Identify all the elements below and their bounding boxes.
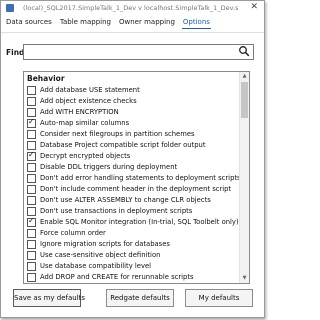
option-checkbox[interactable]: [27, 261, 36, 271]
option-row[interactable]: Don't use ALTER ASSEMBLY to change CLR o…: [27, 195, 211, 205]
option-row[interactable]: Enable SQL Monitor integration (In-trial…: [27, 216, 239, 227]
option-label: Add database USE statement: [40, 86, 140, 94]
option-checkbox[interactable]: [27, 239, 36, 249]
option-row[interactable]: Add DROP and CREATE for rerunnable scrip…: [27, 272, 194, 282]
redgate-defaults-button[interactable]: Redgate defaults: [106, 289, 174, 307]
option-checkbox[interactable]: [27, 107, 36, 117]
option-checkbox[interactable]: [27, 216, 36, 227]
option-label: Don't use ALTER ASSEMBLY to change CLR o…: [40, 196, 211, 204]
option-checkbox[interactable]: [27, 250, 36, 260]
option-label: Use database compatibility level: [40, 262, 152, 270]
option-label: Ignore migration scripts for databases: [40, 240, 170, 248]
option-row[interactable]: Don't include comment header in the depl…: [27, 184, 231, 194]
option-label: Don't include comment header in the depl…: [40, 185, 232, 193]
option-checkbox[interactable]: [27, 117, 36, 128]
option-row[interactable]: Add WITH ENCRYPTION: [27, 107, 119, 117]
tab-strip: Data sources Table mapping Owner mapping…: [5, 18, 211, 29]
option-label: Don't use transactions in deployment scr…: [40, 207, 193, 215]
tab-owner-mapping[interactable]: Owner mapping: [118, 18, 176, 29]
option-checkbox[interactable]: [27, 173, 36, 183]
group-header-behavior: Behavior: [27, 74, 65, 83]
option-label: Enable SQL Monitor integration (In-trial…: [40, 218, 239, 226]
option-checkbox[interactable]: [27, 195, 36, 205]
option-label: Database Project compatible script folde…: [40, 141, 206, 149]
scroll-up-arrow-icon[interactable]: ▲: [241, 73, 248, 80]
option-row[interactable]: Don't add error handling statements to d…: [27, 173, 241, 183]
option-checkbox[interactable]: [27, 206, 36, 216]
close-icon[interactable]: ✕: [250, 3, 258, 12]
options-list[interactable]: Behavior Add database USE statement Add …: [23, 71, 250, 284]
option-row[interactable]: Add database USE statement: [27, 85, 140, 95]
option-label: Auto-map similar columns: [40, 119, 130, 127]
option-label: Add object existence checks: [40, 97, 137, 105]
tab-data-sources[interactable]: Data sources: [5, 18, 53, 29]
option-row[interactable]: Database Project compatible script folde…: [27, 140, 206, 150]
search-icon[interactable]: [238, 45, 250, 57]
option-row[interactable]: Add object existence checks: [27, 96, 137, 106]
my-defaults-button[interactable]: My defaults: [185, 289, 253, 307]
option-checkbox[interactable]: [27, 129, 36, 139]
option-checkbox[interactable]: [27, 272, 36, 282]
option-label: Consider next filegroups in partition sc…: [40, 130, 195, 138]
option-row[interactable]: Decrypt encrypted objects: [27, 150, 131, 161]
save-as-my-defaults-button[interactable]: Save as my defaults: [13, 289, 85, 307]
tab-options[interactable]: Options: [181, 18, 211, 29]
scroll-down-arrow-icon[interactable]: ▼: [241, 275, 248, 282]
tab-divider: [1, 32, 264, 33]
find-input[interactable]: [23, 44, 254, 60]
option-label: Don't add error handling statements to d…: [40, 174, 241, 182]
option-label: Use case-sensitive object definition: [40, 251, 161, 259]
title-bar: (local)_SQL2017.SimpleTalk_1_Dev v local…: [1, 1, 264, 15]
tab-table-mapping[interactable]: Table mapping: [59, 18, 112, 29]
option-checkbox[interactable]: [27, 140, 36, 150]
scroll-thumb[interactable]: [241, 82, 248, 118]
option-label: Disable DDL triggers during deployment: [40, 163, 178, 171]
vertical-scrollbar[interactable]: ▲ ▼: [239, 72, 249, 283]
option-label: Add DROP and CREATE for rerunnable scrip…: [40, 273, 194, 281]
option-label: Decrypt encrypted objects: [40, 152, 131, 160]
project-configuration-dialog: (local)_SQL2017.SimpleTalk_1_Dev v local…: [0, 0, 265, 318]
option-row[interactable]: Force column order: [27, 228, 106, 238]
option-checkbox[interactable]: [27, 150, 36, 161]
option-row[interactable]: Ignore migration scripts for databases: [27, 239, 170, 249]
option-row[interactable]: Don't use transactions in deployment scr…: [27, 206, 192, 216]
window-title: (local)_SQL2017.SimpleTalk_1_Dev v local…: [23, 4, 238, 12]
option-checkbox[interactable]: [27, 96, 36, 106]
option-row[interactable]: Use database compatibility level: [27, 261, 151, 271]
option-checkbox[interactable]: [27, 85, 36, 95]
option-checkbox[interactable]: [27, 184, 36, 194]
option-row[interactable]: Auto-map similar columns: [27, 117, 130, 128]
option-label: Add WITH ENCRYPTION: [40, 108, 119, 116]
option-checkbox[interactable]: [27, 162, 36, 172]
option-label: Force column order: [40, 229, 106, 237]
option-checkbox[interactable]: [27, 228, 36, 238]
option-row[interactable]: Disable DDL triggers during deployment: [27, 162, 177, 172]
app-icon: [6, 4, 14, 12]
option-row[interactable]: Use case-sensitive object definition: [27, 250, 160, 260]
option-row[interactable]: Consider next filegroups in partition sc…: [27, 129, 195, 139]
